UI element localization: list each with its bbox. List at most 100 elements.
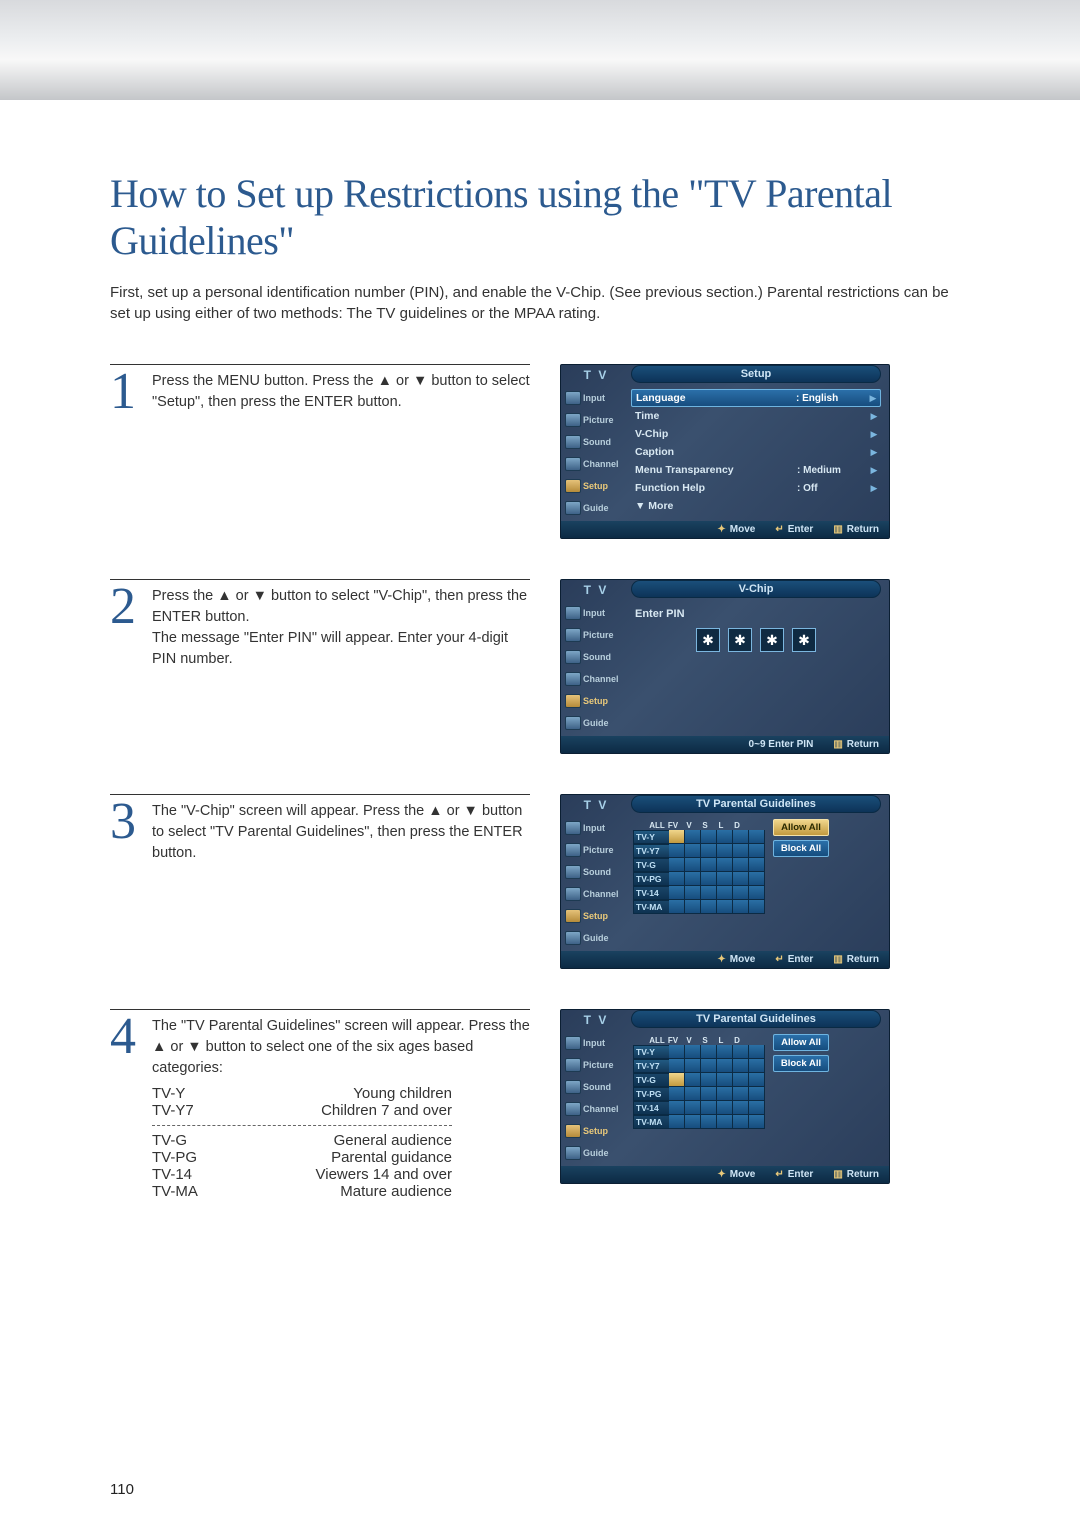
rating-categories: TV-YYoung children TV-Y7Children 7 and o… xyxy=(152,1085,530,1200)
step-number: 3 xyxy=(110,799,152,864)
setup-icon xyxy=(565,479,581,493)
block-all-button[interactable]: Block All xyxy=(773,1055,829,1072)
menu-caption[interactable]: Caption▶ xyxy=(631,443,881,461)
menu-function-help[interactable]: Function Help: Off▶ xyxy=(631,479,881,497)
osd-tv-label: T V xyxy=(561,1010,631,1030)
channel-icon xyxy=(565,672,581,686)
osd-parental-guidelines-screen-2: T V TV Parental Guidelines Input Picture… xyxy=(560,1009,890,1184)
picture-icon xyxy=(565,1058,581,1072)
guide-icon xyxy=(565,716,581,730)
picture-icon xyxy=(565,413,581,427)
menu-more[interactable]: ▼ More xyxy=(631,497,881,515)
chevron-right-icon: ▶ xyxy=(867,447,881,458)
sound-icon xyxy=(565,435,581,449)
osd-sidebar: Input Picture Sound Channel Setup Guide xyxy=(561,815,631,951)
page-title: How to Set up Restrictions using the "TV… xyxy=(110,170,970,264)
osd-sidebar: Input Picture Sound Channel Setup Guide xyxy=(561,600,631,736)
step-text: The "V-Chip" screen will appear. Press t… xyxy=(152,799,530,864)
move-icon: ✦ xyxy=(717,1169,725,1180)
picture-icon xyxy=(565,628,581,642)
guide-icon xyxy=(565,1146,581,1160)
step-2: 2 Press the ▲ or ▼ button to select "V-C… xyxy=(110,579,970,754)
return-icon: ▥ xyxy=(833,954,842,965)
osd-vchip-pin-screen: T V V-Chip Input Picture Sound Channel S… xyxy=(560,579,890,754)
pin-digit[interactable]: ✱ xyxy=(728,628,752,652)
menu-language[interactable]: Language: English▶ xyxy=(631,389,881,407)
step-text: Press the MENU button. Press the ▲ or ▼ … xyxy=(152,369,530,416)
sidebar-item-picture[interactable]: Picture xyxy=(583,415,614,425)
allow-all-button[interactable]: Allow All xyxy=(773,819,829,836)
step-number: 4 xyxy=(110,1014,152,1079)
osd-footer: ✦Move ↵Enter ▥Return xyxy=(561,1166,889,1183)
osd-sidebar: Input Picture Sound Channel Setup Guide xyxy=(561,385,631,521)
input-icon xyxy=(565,1036,581,1050)
pin-input[interactable]: ✱ ✱ ✱ ✱ xyxy=(631,620,881,702)
return-icon: ▥ xyxy=(833,739,842,750)
guide-icon xyxy=(565,931,581,945)
sidebar-item-channel[interactable]: Channel xyxy=(583,459,619,469)
osd-sidebar: Input Picture Sound Channel Setup Guide xyxy=(561,1030,631,1166)
pin-digit[interactable]: ✱ xyxy=(792,628,816,652)
osd-tv-label: T V xyxy=(561,365,631,385)
osd-title: V-Chip xyxy=(631,580,881,598)
picture-icon xyxy=(565,843,581,857)
pin-digit[interactable]: ✱ xyxy=(696,628,720,652)
guide-icon xyxy=(565,501,581,515)
osd-tv-label: T V xyxy=(561,580,631,600)
divider xyxy=(152,1125,452,1126)
step-number: 2 xyxy=(110,584,152,670)
move-icon: ✦ xyxy=(717,954,725,965)
channel-icon xyxy=(565,887,581,901)
menu-vchip[interactable]: V-Chip▶ xyxy=(631,425,881,443)
sidebar-item-setup[interactable]: Setup xyxy=(583,481,608,491)
chevron-right-icon: ▶ xyxy=(866,393,880,404)
parental-guidelines-grid[interactable]: ALLFVVSLD TV-Y TV-Y7 TV-G TV-PG TV-14 TV… xyxy=(631,1034,765,1133)
enter-pin-label: Enter PIN xyxy=(631,604,881,620)
enter-icon: ↵ xyxy=(775,1169,783,1180)
setup-icon xyxy=(565,1124,581,1138)
input-icon xyxy=(565,821,581,835)
channel-icon xyxy=(565,457,581,471)
enter-icon: ↵ xyxy=(775,524,783,535)
step-1: 1 Press the MENU button. Press the ▲ or … xyxy=(110,364,970,539)
chevron-right-icon: ▶ xyxy=(867,483,881,494)
parental-guidelines-grid[interactable]: ALLFVVSLD TV-Y TV-Y7 TV-G TV-PG TV-14 TV… xyxy=(631,819,765,918)
osd-title: Setup xyxy=(631,365,881,383)
sidebar-item-input[interactable]: Input xyxy=(583,393,605,403)
osd-footer: ✦Move ↵Enter ▥Return xyxy=(561,951,889,968)
step-3: 3 The "V-Chip" screen will appear. Press… xyxy=(110,794,970,969)
step-text: Press the ▲ or ▼ button to select "V-Chi… xyxy=(152,584,530,670)
step-number: 1 xyxy=(110,369,152,416)
block-all-button[interactable]: Block All xyxy=(773,840,829,857)
chevron-right-icon: ▶ xyxy=(867,411,881,422)
page-banner xyxy=(0,0,1080,100)
menu-transparency[interactable]: Menu Transparency: Medium▶ xyxy=(631,461,881,479)
chevron-right-icon: ▶ xyxy=(867,429,881,440)
osd-parental-guidelines-screen: T V TV Parental Guidelines Input Picture… xyxy=(560,794,890,969)
allow-all-button[interactable]: Allow All xyxy=(773,1034,829,1051)
chevron-right-icon: ▶ xyxy=(867,465,881,476)
intro-text: First, set up a personal identification … xyxy=(110,282,970,324)
enter-icon: ↵ xyxy=(775,954,783,965)
sidebar-item-guide[interactable]: Guide xyxy=(583,503,609,513)
osd-footer: ✦Move ↵Enter ▥Return xyxy=(561,521,889,538)
input-icon xyxy=(565,606,581,620)
sound-icon xyxy=(565,865,581,879)
osd-title: TV Parental Guidelines xyxy=(631,1010,881,1028)
osd-tv-label: T V xyxy=(561,795,631,815)
osd-title: TV Parental Guidelines xyxy=(631,795,881,813)
step-text: The "TV Parental Guidelines" screen will… xyxy=(152,1014,530,1079)
setup-icon xyxy=(565,694,581,708)
return-icon: ▥ xyxy=(833,1169,842,1180)
sound-icon xyxy=(565,650,581,664)
sound-icon xyxy=(565,1080,581,1094)
return-icon: ▥ xyxy=(833,524,842,535)
setup-icon xyxy=(565,909,581,923)
step-4: 4 The "TV Parental Guidelines" screen wi… xyxy=(110,1009,970,1200)
input-icon xyxy=(565,391,581,405)
menu-time[interactable]: Time▶ xyxy=(631,407,881,425)
move-icon: ✦ xyxy=(717,524,725,535)
sidebar-item-sound[interactable]: Sound xyxy=(583,437,611,447)
channel-icon xyxy=(565,1102,581,1116)
pin-digit[interactable]: ✱ xyxy=(760,628,784,652)
